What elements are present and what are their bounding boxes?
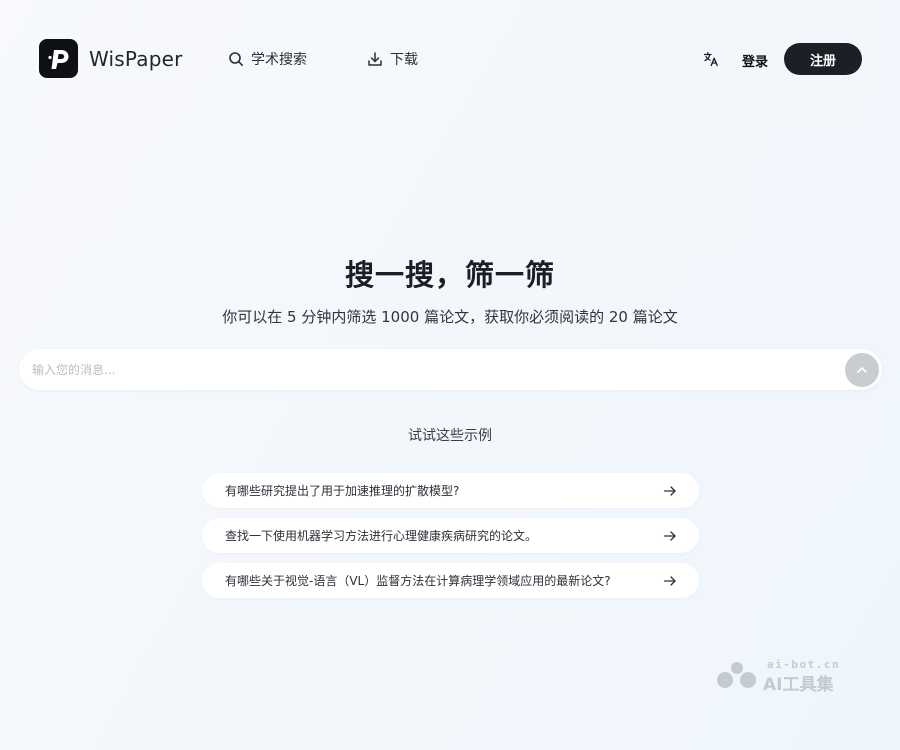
watermark-brand: AI工具集 bbox=[763, 675, 834, 695]
nav-download-label: 下载 bbox=[390, 52, 418, 68]
arrow-right-icon bbox=[663, 575, 676, 586]
header: WisPaper 学术搜索 下载 登录 注册 bbox=[0, 0, 900, 118]
example-prompt[interactable]: 有哪些研究提出了用于加速推理的扩散模型? bbox=[202, 473, 699, 508]
examples-heading: 试试这些示例 bbox=[408, 428, 492, 444]
message-input[interactable] bbox=[32, 349, 832, 390]
send-button[interactable] bbox=[845, 353, 879, 387]
logo[interactable]: WisPaper bbox=[39, 39, 183, 78]
arrow-right-icon bbox=[663, 530, 676, 541]
register-button[interactable]: 注册 bbox=[784, 43, 862, 75]
example-prompt-text: 查找一下使用机器学习方法进行心理健康疾病研究的论文。 bbox=[225, 529, 538, 543]
nav-download[interactable]: 下载 bbox=[367, 49, 418, 69]
arrow-up-icon bbox=[857, 367, 867, 373]
page-title: 搜一搜，筛一筛 bbox=[344, 258, 555, 292]
example-prompt[interactable]: 查找一下使用机器学习方法进行心理健康疾病研究的论文。 bbox=[202, 518, 699, 553]
translate-icon[interactable] bbox=[703, 51, 719, 67]
logo-text: WisPaper bbox=[89, 46, 183, 71]
example-prompt-text: 有哪些关于视觉-语言（VL）监督方法在计算病理学领域应用的最新论文? bbox=[225, 574, 611, 588]
example-prompt-text: 有哪些研究提出了用于加速推理的扩散模型? bbox=[225, 484, 460, 498]
download-icon bbox=[368, 52, 382, 66]
nav-academic-search-label: 学术搜索 bbox=[251, 52, 307, 68]
nav-academic-search[interactable]: 学术搜索 bbox=[228, 49, 307, 69]
watermark: ai-bot.cn AI工具集 bbox=[715, 658, 855, 695]
wispaper-logo-icon bbox=[39, 39, 78, 78]
watermark-logo-icon bbox=[717, 662, 756, 688]
login-link[interactable]: 登录 bbox=[742, 51, 768, 70]
page-subtitle: 你可以在 5 分钟内筛选 1000 篇论文，获取你必须阅读的 20 篇论文 bbox=[222, 308, 678, 326]
example-prompt[interactable]: 有哪些关于视觉-语言（VL）监督方法在计算病理学领域应用的最新论文? bbox=[202, 563, 699, 598]
search-box bbox=[19, 349, 882, 390]
arrow-right-icon bbox=[663, 485, 676, 496]
search-icon bbox=[229, 52, 243, 66]
